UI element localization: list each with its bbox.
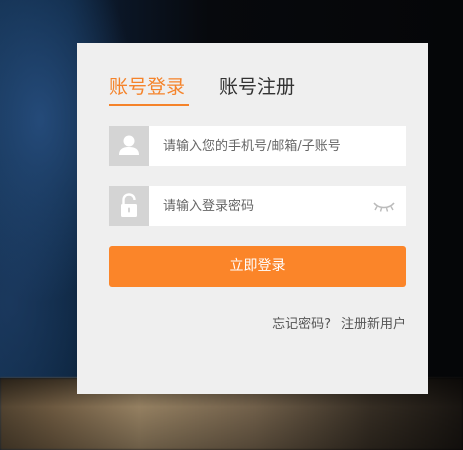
login-button[interactable]: 立即登录 (109, 246, 406, 287)
forgot-password-link[interactable]: 忘记密码? (272, 317, 331, 332)
username-input[interactable] (157, 126, 373, 166)
login-panel: 账号登录 账号注册 立即登录 忘记 (77, 43, 428, 394)
register-new-user-link[interactable]: 注册新用户 (341, 317, 406, 332)
lock-icon (109, 186, 149, 226)
user-icon (109, 126, 149, 166)
tab-account-login[interactable]: 账号登录 (109, 74, 185, 100)
password-input[interactable] (157, 186, 373, 226)
active-tab-underline (109, 104, 189, 106)
tab-account-register[interactable]: 账号注册 (219, 74, 295, 100)
auth-links: 忘记密码? 注册新用户 (272, 313, 406, 332)
eye-closed-icon[interactable] (372, 199, 396, 213)
password-field (109, 186, 406, 226)
username-field (109, 126, 406, 166)
